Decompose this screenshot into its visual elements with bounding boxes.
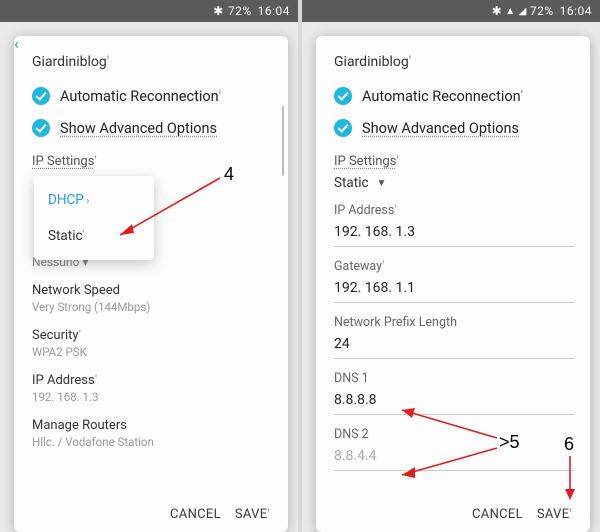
field-dns1[interactable]: DNS 1 8.8.8.8 bbox=[334, 371, 574, 415]
settings-card: Giardiniblog' Automatic Reconnection' Sh… bbox=[14, 36, 288, 532]
ip-settings-dropdown: DHCP Static' bbox=[34, 176, 154, 260]
bluetooth-icon: ✱ bbox=[492, 4, 503, 18]
cancel-button[interactable]: CANCEL bbox=[470, 501, 525, 528]
wifi-network-name: Giardiniblog' bbox=[32, 54, 272, 70]
info-security: Security' WPA2 PSK bbox=[32, 328, 272, 359]
label-auto-reconnect: Automatic Reconnection bbox=[60, 88, 219, 105]
back-icon[interactable]: ‹ bbox=[14, 34, 19, 53]
field-ip-address[interactable]: IP Address 192. 168. 1.3 bbox=[334, 203, 574, 247]
ip-settings-value[interactable]: Static▼ bbox=[334, 175, 574, 191]
ip-settings-label: IP Settings bbox=[32, 154, 272, 169]
dialog-actions: CANCEL SAVE bbox=[470, 501, 574, 528]
row-show-advanced[interactable]: Show Advanced Options bbox=[32, 112, 272, 144]
wifi-network-name: Giardiniblog' bbox=[334, 54, 574, 70]
field-gateway[interactable]: Gateway 192. 168. 1.1 bbox=[334, 259, 574, 303]
clock: 16:04 bbox=[258, 4, 290, 18]
info-ip-address: IP Address' 192. 168. 1.3 bbox=[32, 373, 272, 404]
phone-left: ✱ 72% 16:04 ‹ Giardiniblog' Automatic Re… bbox=[0, 0, 298, 532]
check-icon bbox=[32, 87, 50, 105]
battery-percent: 72% bbox=[228, 4, 252, 18]
chevron-down-icon: ▼ bbox=[377, 178, 387, 189]
settings-card: Giardiniblog' Automatic Reconnection' Sh… bbox=[316, 36, 590, 532]
cancel-button[interactable]: CANCEL bbox=[168, 501, 223, 528]
status-bar: ✱ 72% 16:04 bbox=[0, 0, 298, 22]
bluetooth-icon: ✱ bbox=[213, 4, 224, 18]
field-prefix-length[interactable]: Network Prefix Length 24 bbox=[334, 315, 574, 359]
label-show-advanced: Show Advanced Options bbox=[362, 120, 519, 137]
dropdown-item-dhcp[interactable]: DHCP bbox=[34, 182, 154, 218]
label-show-advanced: Show Advanced Options bbox=[60, 120, 217, 137]
scrollbar[interactable] bbox=[282, 106, 284, 176]
dropdown-item-static[interactable]: Static' bbox=[34, 218, 154, 254]
info-manage-routers[interactable]: Manage Routers Hllc. / Vodafone Station bbox=[32, 418, 272, 449]
wifi-icon: ▲ bbox=[505, 6, 515, 17]
check-icon bbox=[334, 119, 352, 137]
row-auto-reconnect[interactable]: Automatic Reconnection' bbox=[334, 80, 574, 112]
dialog-actions: CANCEL SAVE bbox=[168, 501, 272, 528]
clock: 16:04 bbox=[560, 4, 592, 18]
check-icon bbox=[32, 119, 50, 137]
row-auto-reconnect[interactable]: Automatic Reconnection' bbox=[32, 80, 272, 112]
info-network-speed: Network Speed Very Strong (144Mbps) bbox=[32, 283, 272, 314]
label-auto-reconnect: Automatic Reconnection bbox=[362, 88, 521, 105]
ip-settings-label: IP Settings bbox=[334, 154, 574, 169]
check-icon bbox=[334, 87, 352, 105]
row-show-advanced[interactable]: Show Advanced Options bbox=[334, 112, 574, 144]
field-dns2[interactable]: DNS 2 8.8.4.4 bbox=[334, 427, 574, 471]
battery-percent: 72% bbox=[530, 4, 554, 18]
signal-icon: ◢ bbox=[519, 6, 527, 17]
phone-right: ✱ ▲ ◢ 72% 16:04 Giardiniblog' Automatic … bbox=[302, 0, 600, 532]
save-button[interactable]: SAVE bbox=[535, 501, 574, 528]
save-button[interactable]: SAVE bbox=[233, 501, 272, 528]
status-bar: ✱ ▲ ◢ 72% 16:04 bbox=[302, 0, 600, 22]
